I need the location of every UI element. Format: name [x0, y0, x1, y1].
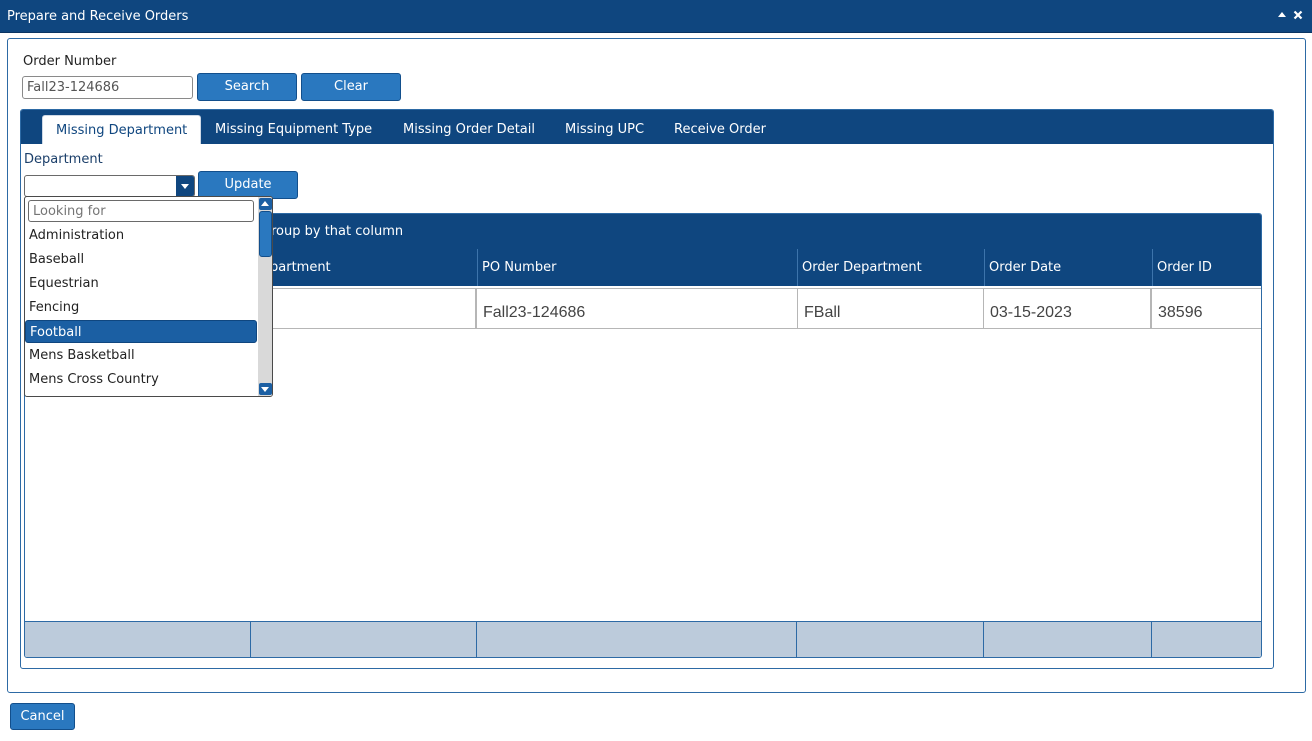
department-label: Department: [24, 152, 103, 167]
tab-missing-department[interactable]: Missing Department: [42, 115, 202, 144]
cell-order-date[interactable]: 03-15-2023: [983, 288, 1151, 329]
cell-department[interactable]: [271, 288, 476, 329]
cancel-button[interactable]: Cancel: [10, 703, 75, 730]
tab-missing-upc[interactable]: Missing UPC: [552, 115, 657, 144]
list-item-selected[interactable]: Football: [25, 320, 257, 343]
column-header-blank: [251, 249, 477, 286]
window-title: Prepare and Receive Orders: [7, 9, 189, 24]
list-item[interactable]: Equestrian: [25, 272, 257, 295]
update-button[interactable]: Update: [198, 171, 298, 199]
tab-missing-equipment-type[interactable]: Missing Equipment Type: [202, 115, 385, 144]
footer-divider: [250, 622, 251, 657]
department-dropdown-list[interactable]: Administration Baseball Equestrian Fenci…: [24, 196, 273, 397]
cell-order-id[interactable]: 38596: [1151, 288, 1261, 329]
chevron-down-icon[interactable]: [176, 176, 194, 196]
clear-button[interactable]: Clear: [301, 73, 401, 101]
window-titlebar: Prepare and Receive Orders: [0, 0, 1312, 33]
footer-divider: [476, 622, 477, 657]
scroll-down-icon[interactable]: [259, 383, 272, 395]
cell-order-department[interactable]: FBall: [797, 288, 984, 329]
department-select[interactable]: [24, 175, 195, 197]
collapse-up-icon[interactable]: [1276, 10, 1288, 22]
dropdown-scrollbar[interactable]: [258, 197, 272, 396]
column-header-po-number[interactable]: PO Number: [477, 249, 797, 286]
grid-footer-row: [25, 621, 1261, 657]
tab-receive-order[interactable]: Receive Order: [661, 115, 779, 144]
search-button[interactable]: Search: [197, 73, 297, 101]
dropdown-search-input[interactable]: [28, 200, 254, 222]
list-item[interactable]: Mens Basketball: [25, 344, 257, 367]
group-hint-text: roup by that column: [271, 224, 404, 239]
scroll-up-icon[interactable]: [259, 198, 272, 210]
column-header-order-department[interactable]: Order Department: [797, 249, 984, 286]
list-item[interactable]: Fencing: [25, 296, 257, 319]
footer-divider: [983, 622, 984, 657]
list-item[interactable]: Baseball: [25, 248, 257, 271]
tab-strip: Missing Department Missing Equipment Typ…: [21, 110, 1273, 144]
close-icon[interactable]: [1292, 10, 1304, 22]
list-item[interactable]: Administration: [25, 224, 257, 247]
order-number-label: Order Number: [23, 54, 117, 69]
tab-missing-order-detail[interactable]: Missing Order Detail: [390, 115, 548, 144]
cell-po-number[interactable]: Fall23-124686: [476, 288, 798, 329]
footer-divider: [1151, 622, 1152, 657]
footer-divider: [796, 622, 797, 657]
order-number-input[interactable]: [22, 76, 193, 99]
scrollbar-thumb[interactable]: [259, 211, 272, 257]
column-header-order-id[interactable]: Order ID: [1152, 249, 1261, 286]
column-header-order-date[interactable]: Order Date: [984, 249, 1152, 286]
list-item[interactable]: Mens Cross Country: [25, 368, 257, 391]
